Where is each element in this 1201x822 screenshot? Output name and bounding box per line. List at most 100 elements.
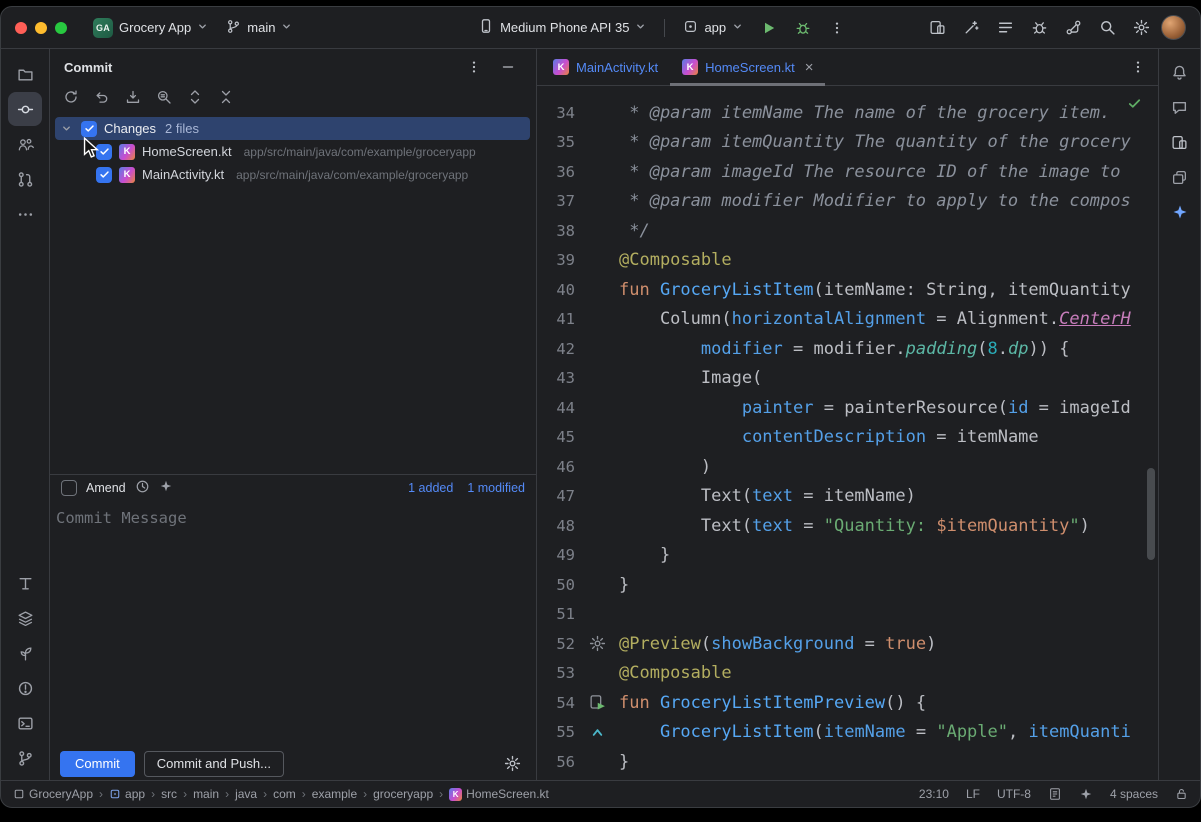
assistant-chat-icon[interactable]: [1165, 92, 1195, 122]
breadcrumb-item[interactable]: main: [193, 787, 219, 801]
indent-style[interactable]: 4 spaces: [1110, 787, 1158, 801]
code-line[interactable]: 35 * @param itemQuantity The quantity of…: [537, 128, 1158, 158]
pull-requests-icon[interactable]: [8, 162, 42, 196]
changed-file-row[interactable]: KHomeScreen.ktapp/src/main/java/com/exam…: [50, 140, 536, 163]
tab-list-icon[interactable]: [1130, 53, 1158, 81]
zoom-window-button[interactable]: [55, 22, 67, 34]
more-tools-icon[interactable]: [8, 197, 42, 231]
code-line[interactable]: 44 painter = painterResource(id = imageI…: [537, 393, 1158, 423]
editor-scrollbar[interactable]: [1147, 468, 1155, 560]
code-line[interactable]: 39@Composable: [537, 246, 1158, 276]
gear-gutter-gutter-icon[interactable]: [575, 635, 619, 652]
expand-chevron-icon[interactable]: [58, 123, 74, 134]
version-control-icon[interactable]: [8, 741, 42, 775]
file-checkbox[interactable]: [96, 167, 112, 183]
breadcrumb-item[interactable]: java: [235, 787, 257, 801]
code-line[interactable]: 46 ): [537, 452, 1158, 482]
code-line[interactable]: 55 GroceryListItem(itemName = "Apple", i…: [537, 718, 1158, 748]
caret-position[interactable]: 23:10: [919, 787, 949, 801]
file-checkbox[interactable]: [96, 144, 112, 160]
amend-checkbox[interactable]: [61, 480, 77, 496]
project-icon[interactable]: [8, 57, 42, 91]
collapse-all-icon[interactable]: [218, 89, 234, 110]
code-line[interactable]: 48 Text(text = "Quantity: $itemQuantity"…: [537, 511, 1158, 541]
changes-checkbox[interactable]: [81, 121, 97, 137]
breadcrumb-item[interactable]: src: [161, 787, 177, 801]
breadcrumb-item[interactable]: app: [109, 787, 145, 801]
commit-options-gear-icon[interactable]: [498, 750, 526, 778]
structure-icon[interactable]: [8, 566, 42, 600]
problems-icon[interactable]: [8, 671, 42, 705]
project-selector[interactable]: GA Grocery App: [87, 15, 214, 41]
code-line[interactable]: 41 Column(horizontalAlignment = Alignmen…: [537, 305, 1158, 335]
run-configuration-selector[interactable]: app: [677, 16, 749, 40]
ai-assistant-icon[interactable]: [1079, 787, 1093, 801]
app-quality-insights-icon[interactable]: [1025, 14, 1053, 42]
terminal-icon[interactable]: [8, 706, 42, 740]
code-line[interactable]: 36 * @param imageId The resource ID of t…: [537, 157, 1158, 187]
commit-icon[interactable]: [8, 92, 42, 126]
lock-icon[interactable]: [1175, 787, 1188, 801]
code-line[interactable]: 52@Preview(showBackground = true): [537, 629, 1158, 659]
line-separator[interactable]: LF: [966, 787, 980, 801]
device-selector[interactable]: Medium Phone API 35: [472, 15, 652, 40]
minimize-window-button[interactable]: [35, 22, 47, 34]
run-preview-gutter-icon[interactable]: [575, 694, 619, 711]
ai-commit-message-icon[interactable]: [159, 479, 173, 496]
code-line[interactable]: 53@Composable: [537, 659, 1158, 689]
refresh-icon[interactable]: [63, 89, 79, 110]
code-line[interactable]: 42 modifier = modifier.padding(8.dp)) {: [537, 334, 1158, 364]
debug-button[interactable]: [789, 14, 817, 42]
code-line[interactable]: 51: [537, 600, 1158, 630]
expand-all-icon[interactable]: [187, 89, 203, 110]
close-window-button[interactable]: [15, 22, 27, 34]
close-icon[interactable]: ×: [805, 60, 814, 75]
device-manager-icon[interactable]: [1165, 127, 1195, 157]
breadcrumb-item[interactable]: KHomeScreen.kt: [449, 787, 549, 801]
branch-selector[interactable]: main: [220, 16, 298, 40]
running-devices-icon[interactable]: [1165, 162, 1195, 192]
preview-diff-icon[interactable]: [156, 89, 172, 110]
breadcrumb-item[interactable]: groceryapp: [373, 787, 433, 801]
code-line[interactable]: 47 Text(text = itemName): [537, 482, 1158, 512]
commit-and-push-button[interactable]: Commit and Push...: [144, 751, 284, 777]
rollback-icon[interactable]: [94, 89, 110, 110]
code-line[interactable]: 54fun GroceryListItemPreview() {: [537, 688, 1158, 718]
changed-file-row[interactable]: KMainActivity.ktapp/src/main/java/com/ex…: [50, 163, 536, 186]
code-line[interactable]: 49 }: [537, 541, 1158, 571]
run-button[interactable]: [755, 14, 783, 42]
panel-options-icon[interactable]: [460, 53, 488, 81]
chevron-up-gutter-icon[interactable]: [575, 725, 619, 740]
tab-HomeScreen.kt[interactable]: KHomeScreen.kt×: [670, 49, 825, 85]
code-line[interactable]: 43 Image(: [537, 364, 1158, 394]
reader-mode-icon[interactable]: [1048, 787, 1062, 801]
code-line[interactable]: 34 * @param itemName The name of the gro…: [537, 98, 1158, 128]
avatar[interactable]: [1161, 15, 1186, 40]
gemini-sparkle-icon[interactable]: [1165, 197, 1195, 227]
commit-message-input[interactable]: Commit Message: [50, 500, 536, 747]
gemini-icon[interactable]: [957, 14, 985, 42]
changes-group-row[interactable]: Changes 2 files: [55, 117, 530, 140]
profiler-icon[interactable]: [1059, 14, 1087, 42]
breadcrumb-item[interactable]: example: [312, 787, 357, 801]
build-variants-icon[interactable]: [8, 601, 42, 635]
search-icon[interactable]: [1093, 14, 1121, 42]
settings-icon[interactable]: [1127, 14, 1155, 42]
app-inspection-icon[interactable]: [8, 636, 42, 670]
team-icon[interactable]: [8, 127, 42, 161]
tab-MainActivity.kt[interactable]: KMainActivity.kt: [541, 49, 670, 85]
shelve-icon[interactable]: [125, 89, 141, 110]
breadcrumb-item[interactable]: com: [273, 787, 296, 801]
code-line[interactable]: 45 contentDescription = itemName: [537, 423, 1158, 453]
hide-panel-icon[interactable]: [494, 53, 522, 81]
code-line[interactable]: 38 */: [537, 216, 1158, 246]
logcat-icon[interactable]: [991, 14, 1019, 42]
breadcrumb-item[interactable]: GroceryApp: [13, 787, 93, 801]
commit-button[interactable]: Commit: [60, 751, 135, 777]
commit-history-icon[interactable]: [135, 479, 150, 497]
code-line[interactable]: 40fun GroceryListItem(itemName: String, …: [537, 275, 1158, 305]
more-actions-icon[interactable]: [823, 14, 851, 42]
notifications-icon[interactable]: [1165, 57, 1195, 87]
inspections-ok-icon[interactable]: [1127, 96, 1142, 116]
code-line[interactable]: 37 * @param modifier Modifier to apply t…: [537, 187, 1158, 217]
